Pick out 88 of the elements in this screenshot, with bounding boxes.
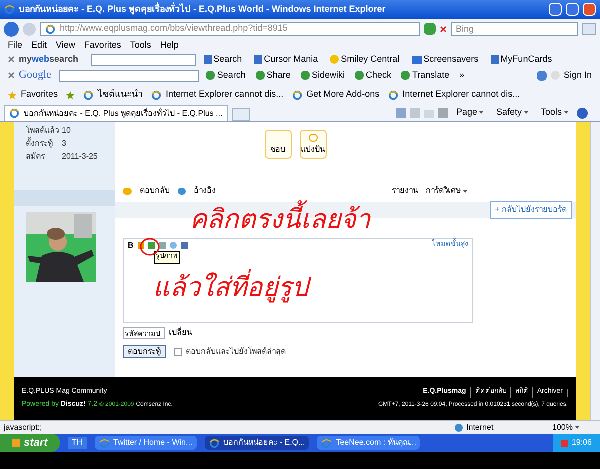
browser-icon	[321, 438, 332, 448]
toolbar-search-field[interactable]	[90, 54, 196, 66]
quote-link[interactable]: อ้างอิง	[194, 185, 216, 197]
status-text: javascript:;	[4, 422, 44, 434]
taskbar-button[interactable]: TeeNee.com : หันคุณ...	[317, 436, 420, 450]
toolbar-button[interactable]: Search	[204, 52, 242, 66]
profile-value: 2011-3-25	[62, 151, 98, 163]
maximize-button[interactable]	[566, 3, 579, 16]
window-title: บอกกันหน่อยคะ - E.Q. Plus พูดคุยเรื่องทั่วไป - E.Q.Plus World - Windows Internet Explorer	[19, 2, 387, 16]
back-to-board-button[interactable]: + กลับไปยังรายบอร์ด	[490, 201, 572, 219]
browser-icon	[208, 438, 220, 448]
magic-card-link[interactable]: การ์ดวิเศษ	[426, 185, 468, 197]
menu-item[interactable]: Tools	[130, 38, 152, 52]
browser-icon	[4, 4, 15, 15]
menu-item[interactable]: File	[8, 38, 23, 52]
url-text: http://www.eqplusmag.com/bbs/viewthread.php?tid=8915	[60, 22, 288, 36]
new-tab-button[interactable]	[232, 108, 250, 121]
close-icon[interactable]	[440, 26, 447, 32]
toolbar-button[interactable]: Share	[256, 68, 291, 82]
caret-icon	[564, 110, 569, 114]
close-icon[interactable]	[8, 56, 15, 63]
profile-label: ตั้งกระทู้	[26, 138, 54, 150]
toolbar-button[interactable]: Translate	[401, 68, 450, 82]
address-field[interactable]: http://www.eqplusmag.com/bbs/viewthread.php?tid=8915	[40, 22, 420, 36]
handwritten-note: แล้วใส่ที่อยู่รูป	[153, 270, 309, 304]
bold-button[interactable]: B	[128, 240, 134, 252]
toolbar-button[interactable]: Check	[354, 68, 392, 82]
zoom-button[interactable]: 100%	[552, 422, 580, 434]
menu-item[interactable]: View	[56, 38, 76, 52]
reply-link[interactable]: ตอบกลับ	[140, 185, 170, 197]
close-icon[interactable]	[8, 72, 15, 79]
taskbar-button[interactable]: บอกกันหน่อยคะ - E.Q...	[204, 436, 310, 450]
toolbar-button[interactable]: Cursor Mania	[254, 52, 318, 66]
toolbar-button[interactable]: Search	[206, 68, 246, 82]
caret-icon	[575, 426, 580, 429]
toolbar-button[interactable]: Sidewiki	[300, 68, 345, 82]
favorites-button[interactable]: Favorites	[8, 88, 58, 102]
post-button[interactable]: แบ่งปัน	[300, 130, 326, 159]
browser-icon	[292, 90, 303, 100]
google-search-field[interactable]	[59, 70, 200, 82]
toolbar-button[interactable]: »	[460, 68, 465, 82]
star-icon	[66, 90, 76, 100]
browser-icon	[9, 108, 20, 119]
zone-indicator: Internet	[454, 422, 545, 434]
command-button[interactable]: Page	[456, 106, 484, 119]
change-captcha-link[interactable]: เปลี่ยน	[169, 327, 192, 339]
caret-icon	[479, 110, 484, 114]
system-tray: 19:06	[552, 434, 600, 452]
profile-label: สมัคร	[26, 151, 46, 163]
menu-item[interactable]: Favorites	[84, 38, 122, 52]
submit-reply-button[interactable]: ตอบกระทู้	[123, 345, 166, 358]
back-button[interactable]	[4, 22, 19, 36]
minimize-button[interactable]	[549, 3, 562, 16]
report-link[interactable]: รายงาน	[392, 185, 418, 197]
browser-icon	[45, 24, 56, 34]
caret-icon	[463, 190, 468, 192]
search-field[interactable]: Bing	[451, 22, 578, 36]
menu-item[interactable]: Help	[160, 38, 179, 52]
browser-icon	[83, 90, 94, 100]
start-button[interactable]: start	[0, 434, 60, 452]
browser-icon	[98, 438, 110, 448]
language-indicator[interactable]: TH	[68, 437, 87, 449]
favorite-link[interactable]: Internet Explorer cannot dis...	[151, 88, 284, 102]
command-button[interactable]: Safety	[496, 106, 529, 119]
caret-icon	[524, 110, 529, 114]
browser-icon	[388, 90, 399, 100]
jump-checkbox[interactable]: ตอบกลับและไปยังโพสต์ล่าสุด	[174, 346, 286, 358]
google-logo: Google	[19, 68, 52, 84]
favorite-link[interactable]: ไซต์แนะนำ	[83, 88, 144, 102]
handwritten-note: คลิกตรงนี้เลยจ้า	[190, 202, 371, 236]
star-icon	[8, 90, 17, 100]
profile-value: 3	[62, 138, 66, 150]
post-button[interactable]: ชอบ	[264, 130, 292, 159]
browser-icon	[151, 90, 162, 100]
sign-in-button[interactable]: Sign In	[550, 68, 592, 82]
taskbar-button[interactable]: Twitter / Home - Win...	[94, 436, 197, 450]
profile-label: โพสต์แล้ว	[26, 125, 60, 137]
toolbar-button[interactable]: MyFunCards	[490, 52, 552, 66]
close-button[interactable]	[583, 3, 596, 16]
command-button[interactable]: Tools	[540, 106, 569, 119]
favorite-link[interactable]: Internet Explorer cannot dis...	[388, 88, 520, 102]
toolbar-button[interactable]: Screensavers	[412, 52, 479, 66]
favorite-link[interactable]: Get More Add-ons	[292, 88, 380, 102]
toolbar-brand: mywebsearch	[19, 52, 79, 66]
browser-tab[interactable]: บอกกันหน่อยคะ - E.Q. Plus พูดคุยเรื่องทั่วไป - E.Q.Plus ...	[4, 105, 228, 121]
menu-item[interactable]: Edit	[32, 38, 48, 52]
toolbar-button[interactable]: Smiley Central	[330, 52, 400, 66]
profile-value: 10	[62, 125, 71, 137]
